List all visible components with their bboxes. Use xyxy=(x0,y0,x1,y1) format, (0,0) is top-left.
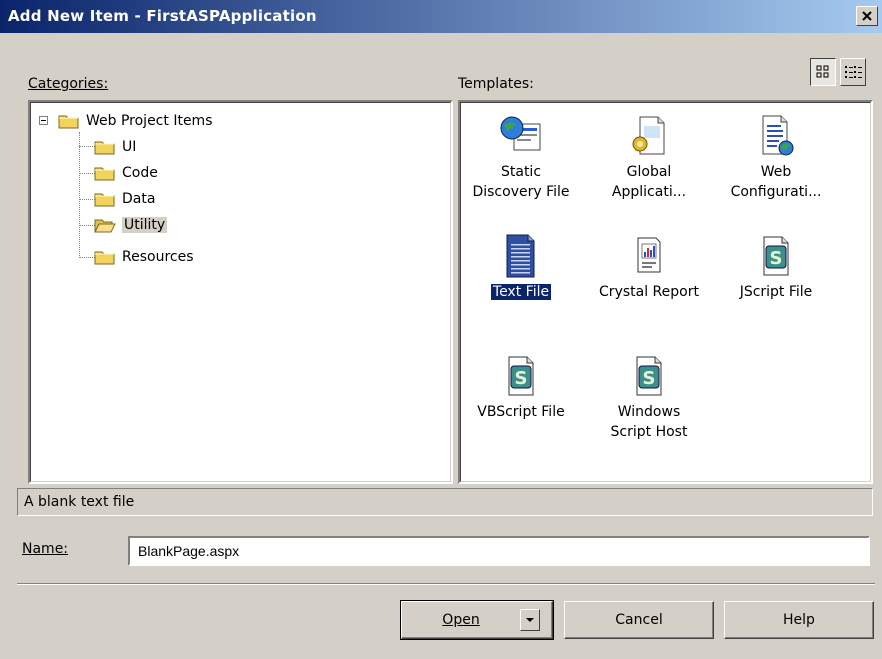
svg-text:S: S xyxy=(515,368,528,389)
template-web-configuration[interactable]: Web Configurati... xyxy=(716,114,836,202)
categories-tree[interactable]: Web Project Items UI Code Data Utility R… xyxy=(28,100,453,484)
open-button-main[interactable]: Open xyxy=(402,602,520,638)
template-text-file[interactable]: Text File xyxy=(461,234,581,302)
template-label-line1: Crystal Report xyxy=(599,284,699,300)
help-button-label: Help xyxy=(783,612,815,628)
small-icons-icon xyxy=(845,66,862,78)
open-button[interactable]: Open xyxy=(400,600,554,640)
folder-icon xyxy=(94,141,115,155)
tree-item-label: Resources xyxy=(122,249,194,265)
svg-text:S: S xyxy=(770,248,783,269)
title-bar[interactable]: Add New Item - FirstASPApplication xyxy=(0,0,882,33)
template-label-line2: Script Host xyxy=(610,424,688,440)
tree-item-label: Data xyxy=(122,191,156,207)
tree-item-label: UI xyxy=(122,139,137,155)
large-icons-view-button[interactable] xyxy=(810,58,836,86)
template-jscript-file[interactable]: S JScript File xyxy=(716,234,836,302)
tree-item-code[interactable]: Code xyxy=(94,161,158,185)
template-vbscript-file[interactable]: S VBScript File xyxy=(461,354,581,422)
crystal-report-icon xyxy=(637,237,661,273)
help-button[interactable]: Help xyxy=(724,601,874,639)
template-label-line1: Global xyxy=(626,164,672,180)
tree-item-ui[interactable]: UI xyxy=(94,135,136,159)
static-discovery-icon xyxy=(500,116,541,151)
tree-item-label: Code xyxy=(122,165,158,181)
tree-item-utility[interactable]: Utility xyxy=(94,213,168,237)
open-button-label: Open xyxy=(442,612,480,628)
folder-icon xyxy=(94,193,115,207)
template-label-line2: Discovery File xyxy=(472,184,570,200)
tree-item-label: Web Project Items xyxy=(86,113,213,129)
close-button[interactable] xyxy=(856,6,878,26)
window-title: Add New Item - FirstASPApplication xyxy=(8,7,317,25)
name-label: Name: xyxy=(22,541,69,557)
open-dropdown-button[interactable] xyxy=(520,609,540,631)
name-input[interactable] xyxy=(128,536,870,566)
folder-icon xyxy=(94,167,115,181)
tree-item-resources[interactable]: Resources xyxy=(94,245,194,269)
template-global-application[interactable]: Global Applicati... xyxy=(589,114,709,202)
script-file-icon: S xyxy=(763,236,789,276)
text-file-icon xyxy=(506,234,535,278)
global-application-icon xyxy=(632,116,665,155)
categories-label: Categories: xyxy=(28,76,109,92)
folder-icon xyxy=(94,251,115,265)
tree-item-data[interactable]: Data xyxy=(94,187,155,211)
tree-item-web-project-items[interactable]: Web Project Items xyxy=(58,109,213,133)
template-static-discovery-file[interactable]: Static Discovery File xyxy=(461,114,581,202)
small-icons-view-button[interactable] xyxy=(840,58,866,86)
cancel-button[interactable]: Cancel xyxy=(564,601,714,639)
templates-label: Templates: xyxy=(458,76,534,92)
script-file-icon: S xyxy=(636,356,662,396)
large-icons-icon xyxy=(816,65,829,78)
template-label-line1: Web xyxy=(760,164,792,180)
open-folder-icon xyxy=(94,219,116,233)
template-label-line1: Text File xyxy=(489,283,553,301)
description-bar: A blank text file xyxy=(17,488,873,516)
template-label-line1: JScript File xyxy=(739,284,813,300)
chevron-down-icon xyxy=(526,618,534,622)
separator xyxy=(17,583,875,585)
template-label-line2: Configurati... xyxy=(730,184,822,200)
template-label-line1: Windows xyxy=(617,404,681,420)
folder-icon xyxy=(58,115,79,129)
svg-text:S: S xyxy=(643,368,656,389)
template-crystal-report[interactable]: Crystal Report xyxy=(589,234,709,302)
templates-list[interactable]: Static Discovery File Global Applicati..… xyxy=(458,100,873,484)
web-config-icon xyxy=(762,115,794,156)
script-file-icon: S xyxy=(508,356,534,396)
description-text: A blank text file xyxy=(24,494,135,510)
template-label-line1: Static xyxy=(500,164,542,180)
template-label-line1: VBScript File xyxy=(477,404,565,420)
template-label-line2: Applicati... xyxy=(611,184,687,200)
tree-item-label: Utility xyxy=(122,217,168,233)
template-windows-script-host[interactable]: S Windows Script Host xyxy=(589,354,709,442)
collapse-toggle[interactable] xyxy=(39,116,48,125)
close-icon xyxy=(862,11,872,21)
cancel-button-label: Cancel xyxy=(615,612,663,628)
